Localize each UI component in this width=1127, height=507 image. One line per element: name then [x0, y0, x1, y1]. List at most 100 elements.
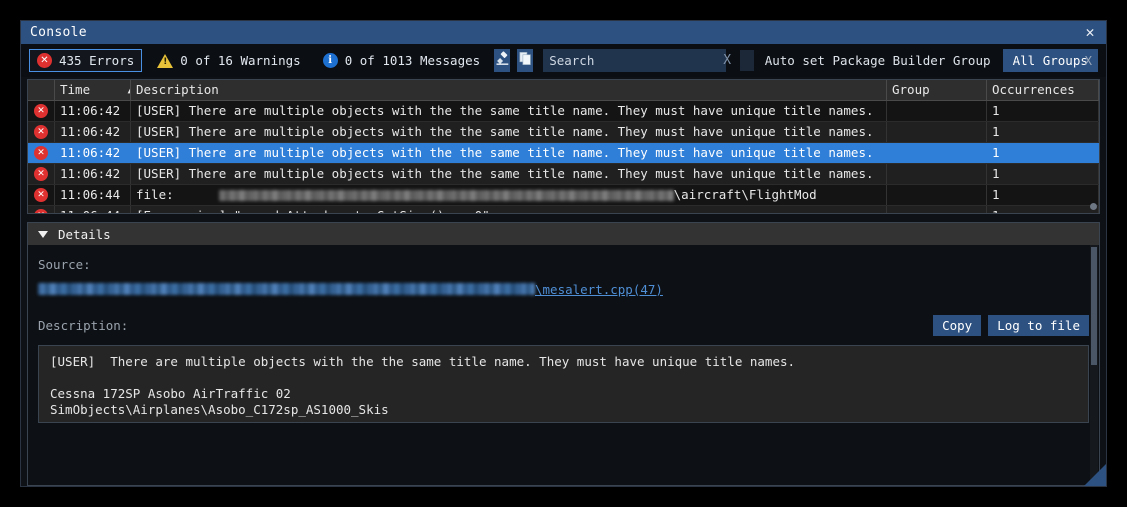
clear-console-button[interactable]	[494, 49, 511, 72]
auto-set-package-builder-group-checkbox[interactable]	[740, 50, 754, 71]
table-row[interactable]: ✕ 11:06:42 [USER] There are multiple objec…	[28, 164, 1099, 185]
table-row[interactable]: ✕ 11:06:42 [USER] There are multiple objec…	[28, 143, 1099, 164]
table-row[interactable]: ✕ 11:06:42 [USER] There are multiple objec…	[28, 122, 1099, 143]
row-time-cell: 11:06:42	[55, 122, 131, 142]
window-titlebar[interactable]: Console ✕	[21, 21, 1106, 44]
row-occurrences-cell: 1	[987, 206, 1099, 213]
row-group-cell	[887, 206, 987, 213]
window-resize-grip[interactable]	[1084, 464, 1106, 486]
console-message-table: Time ▲ Description Group Occurrences ✕11…	[27, 79, 1100, 214]
copy-console-button[interactable]	[517, 49, 534, 72]
errors-filter-button[interactable]: ✕ 435 Errors	[29, 49, 143, 72]
source-file-reference[interactable]: \mesalert.cpp(47)	[535, 282, 663, 297]
warning-triangle-icon	[157, 53, 174, 68]
details-header[interactable]: Details	[28, 223, 1099, 245]
row-group-cell	[887, 101, 987, 121]
table-header-row: Time ▲ Description Group Occurrences	[28, 80, 1099, 101]
row-occurrences-cell: 1	[987, 164, 1099, 184]
row-severity-cell: ✕	[28, 206, 55, 213]
search-field[interactable]: X	[543, 49, 731, 72]
row-severity-cell: ✕	[28, 185, 55, 205]
table-scroll-indicator[interactable]	[1090, 203, 1097, 210]
row-description-cell: [USER] There are multiple objects with t…	[131, 101, 887, 121]
row-occurrences-cell: 1	[987, 185, 1099, 205]
row-occurrences-cell: 1	[987, 122, 1099, 142]
details-body: Source: \mesalert.cpp(47) Description: C…	[28, 245, 1099, 485]
chevron-down-icon	[38, 230, 48, 238]
row-time-cell: 11:06:44	[55, 206, 131, 213]
table-body: ✕ 11:06:42 [USER] There are multiple objec…	[28, 101, 1099, 213]
table-row[interactable]: ✕ 11:06:44 file: \aircraft\FlightMod 1	[28, 185, 1099, 206]
description-text[interactable]: [USER] There are multiple objects with t…	[38, 345, 1089, 423]
search-input[interactable]	[543, 49, 724, 72]
error-circle-icon: ✕	[34, 209, 48, 213]
warnings-filter-button[interactable]: 0 of 16 Warnings	[150, 50, 307, 71]
redacted-path	[218, 190, 674, 201]
copy-button[interactable]: Copy	[933, 315, 982, 336]
console-toolbar: ✕ 435 Errors 0 of 16 Warnings i 0 of 101…	[21, 44, 1106, 77]
redacted-source-path	[38, 283, 535, 295]
row-severity-cell: ✕	[28, 101, 55, 121]
row-time-cell: 11:06:44	[55, 185, 131, 205]
row-time-cell: 11:06:42	[55, 143, 131, 163]
messages-filter-button[interactable]: i 0 of 1013 Messages	[316, 50, 487, 71]
table-row[interactable]: ✕ 11:06:44 [Expression] "m_nodeAttachment…	[28, 206, 1099, 213]
error-circle-icon: ✕	[34, 167, 48, 181]
details-panel: Details Source: \mesalert.cpp(47) Descri…	[27, 222, 1100, 486]
column-header-description[interactable]: Description	[131, 80, 887, 100]
row-description-cell: file: \aircraft\FlightMod	[131, 185, 887, 205]
source-link[interactable]: \mesalert.cpp(47)	[38, 281, 1089, 297]
row-severity-cell: ✕	[28, 122, 55, 142]
error-circle-icon: ✕	[34, 188, 48, 202]
row-group-cell	[887, 143, 987, 163]
column-header-time-label: Time	[60, 82, 91, 97]
log-to-file-button[interactable]: Log to file	[988, 315, 1089, 336]
row-severity-cell: ✕	[28, 164, 55, 184]
description-header: Description: Copy Log to file	[38, 315, 1089, 336]
auto-set-package-builder-group-label: Auto set Package Builder Group	[764, 53, 991, 68]
row-severity-cell: ✕	[28, 143, 55, 163]
row-description-prefix: file:	[136, 187, 174, 202]
row-occurrences-cell: 1	[987, 101, 1099, 121]
column-header-occurrences[interactable]: Occurrences	[987, 80, 1099, 100]
screen-root: Console ✕ ✕ 435 Errors 0 of 16 Warnings …	[0, 0, 1127, 507]
row-group-cell	[887, 185, 987, 205]
close-icon[interactable]: ✕	[1080, 23, 1100, 43]
description-label: Description:	[38, 318, 129, 333]
table-row[interactable]: ✕ 11:06:42 [USER] There are multiple objec…	[28, 101, 1099, 122]
eraser-icon	[495, 51, 510, 70]
column-header-time[interactable]: Time ▲	[55, 80, 131, 100]
row-description-cell: [USER] There are multiple objects with t…	[131, 143, 887, 163]
column-header-description-label: Description	[136, 82, 219, 97]
error-circle-icon: ✕	[34, 104, 48, 118]
row-group-cell	[887, 164, 987, 184]
row-description-cell: [USER] There are multiple objects with t…	[131, 122, 887, 142]
messages-filter-label: 0 of 1013 Messages	[344, 53, 481, 68]
error-circle-icon: ✕	[37, 53, 52, 68]
column-header-severity[interactable]	[28, 80, 55, 100]
details-scrollbar[interactable]	[1090, 245, 1098, 484]
all-groups-label: All Groups	[1012, 53, 1088, 68]
column-header-group[interactable]: Group	[887, 80, 987, 100]
error-circle-icon: ✕	[34, 146, 48, 160]
search-clear-icon[interactable]: X	[723, 53, 731, 68]
details-header-label: Details	[58, 226, 111, 242]
row-group-cell	[887, 122, 987, 142]
column-header-occurrences-label: Occurrences	[992, 82, 1075, 97]
row-description-cell: [USER] There are multiple objects with t…	[131, 164, 887, 184]
row-occurrences-cell: 1	[987, 143, 1099, 163]
console-window: Console ✕ ✕ 435 Errors 0 of 16 Warnings …	[20, 20, 1107, 487]
all-groups-clear-icon[interactable]: X	[1084, 53, 1092, 68]
errors-filter-label: 435 Errors	[59, 53, 135, 68]
error-circle-icon: ✕	[34, 125, 48, 139]
details-scrollbar-thumb[interactable]	[1091, 247, 1097, 365]
row-time-cell: 11:06:42	[55, 164, 131, 184]
all-groups-dropdown[interactable]: All Groups X	[1002, 49, 1098, 72]
row-description-tail: \aircraft\FlightMod	[673, 187, 817, 202]
warnings-filter-label: 0 of 16 Warnings	[180, 53, 301, 68]
row-time-cell: 11:06:42	[55, 101, 131, 121]
copy-pages-icon	[518, 51, 533, 70]
window-title: Console	[30, 25, 87, 40]
info-circle-icon: i	[322, 53, 338, 68]
source-label: Source:	[38, 257, 91, 272]
